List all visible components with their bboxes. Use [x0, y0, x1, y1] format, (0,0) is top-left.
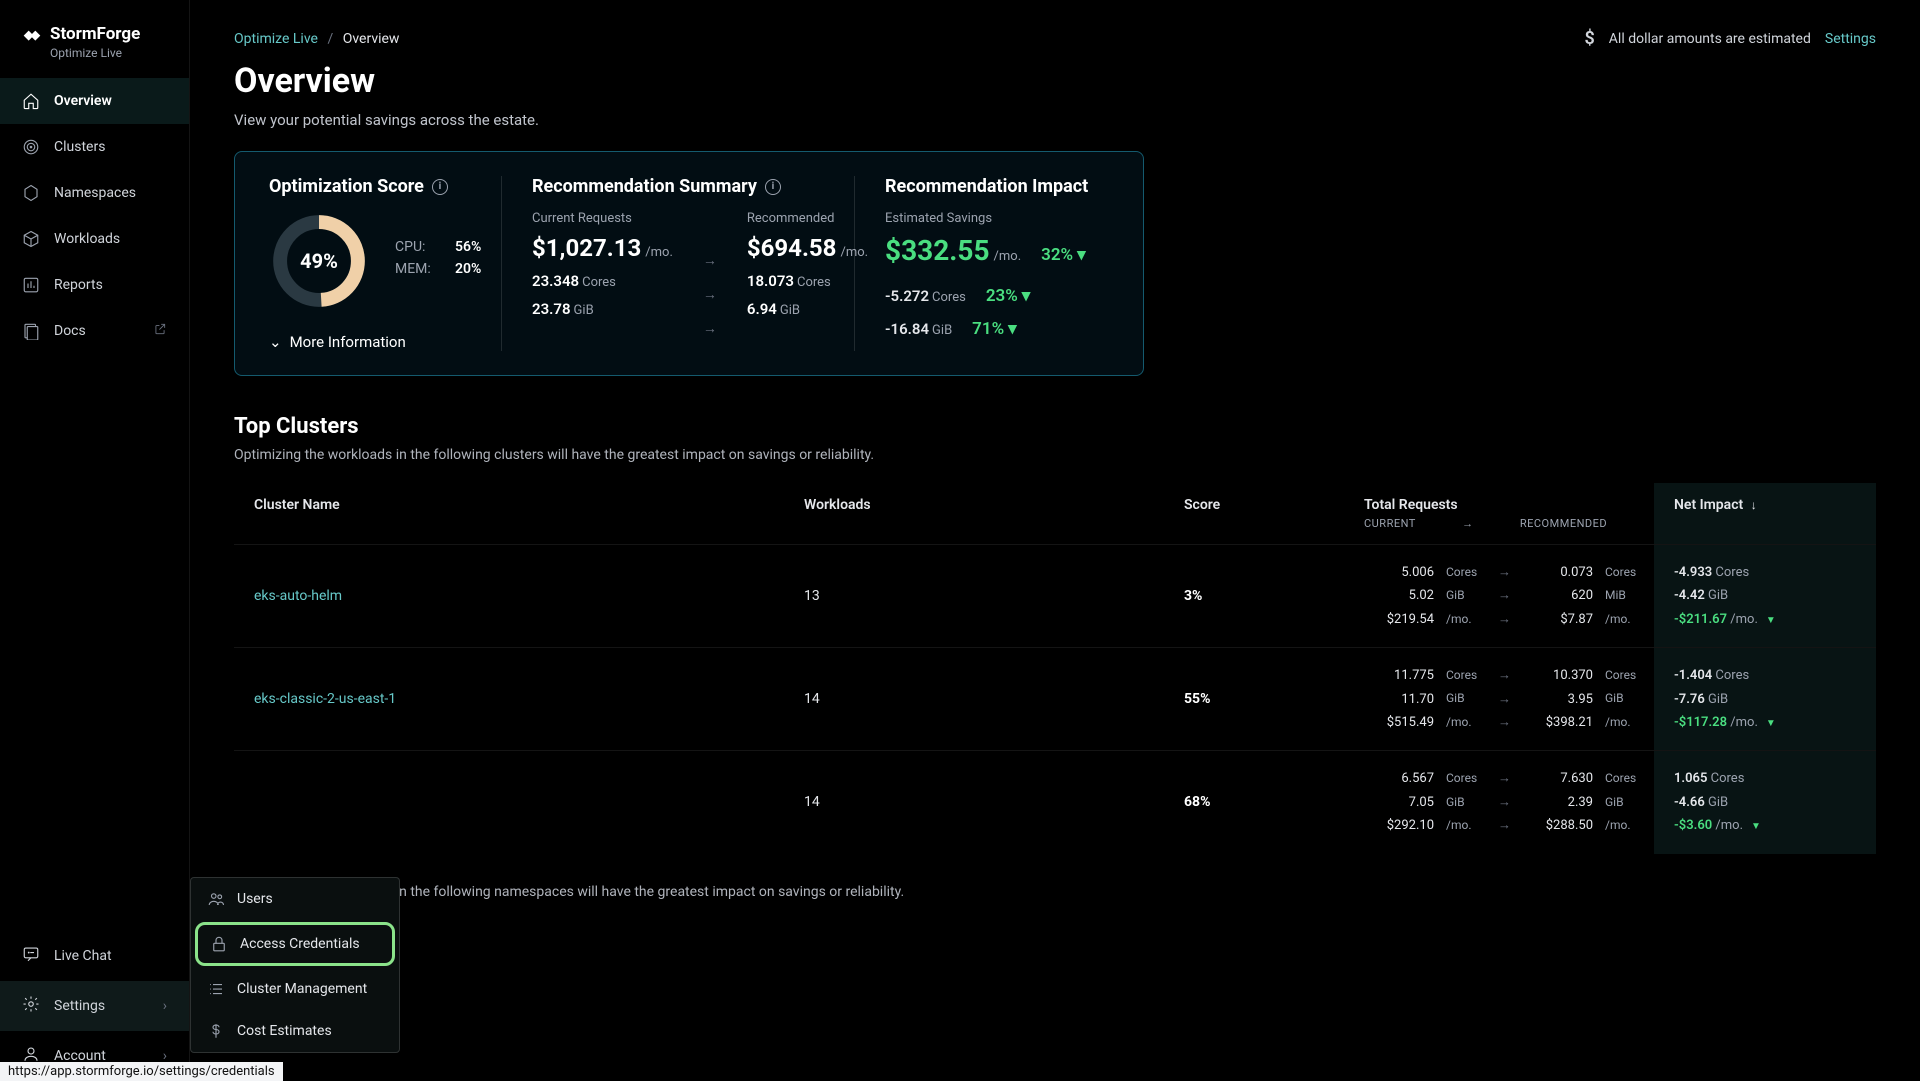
sidebar-item-overview[interactable]: Overview: [0, 78, 189, 124]
cluster-link[interactable]: eks-classic-2-us-east-1: [254, 691, 396, 707]
chevron-down-icon[interactable]: ▼: [1766, 718, 1776, 729]
arrow-right-icon: →: [703, 243, 717, 277]
docs-icon: [22, 322, 40, 340]
estimate-note: All dollar amounts are estimated: [1609, 31, 1811, 47]
optimization-score: 49%: [269, 211, 369, 311]
cluster-link[interactable]: eks-auto-helm: [254, 588, 342, 604]
lock-icon: [210, 935, 228, 953]
sidebar-item-docs[interactable]: Docs: [0, 308, 189, 354]
more-information-toggle[interactable]: ⌄ More Information: [269, 333, 471, 351]
hexagon-icon: [22, 184, 40, 202]
primary-nav: OverviewClustersNamespacesWorkloadsRepor…: [0, 78, 189, 354]
gear-icon: [22, 995, 40, 1017]
cores-pct-dropdown[interactable]: 23% ▾: [986, 286, 1031, 306]
settings-link[interactable]: Settings: [1825, 31, 1876, 47]
net-impact-header[interactable]: Net Impact ↓: [1654, 483, 1876, 544]
logo: StormForge Optimize Live: [0, 0, 189, 78]
gib-pct-dropdown[interactable]: 71% ▾: [972, 319, 1017, 339]
table-row: eks-auto-helm 13 3% 5.006Cores→0.073Core…: [234, 544, 1876, 647]
settings-flyout: UsersAccess CredentialsCluster Managemen…: [190, 877, 400, 1053]
status-bar-url: https://app.stormforge.io/settings/crede…: [0, 1062, 283, 1081]
sidebar: StormForge Optimize Live OverviewCluster…: [0, 0, 190, 1081]
dollar-icon: [207, 1022, 225, 1040]
settings-menu-access-credentials[interactable]: Access Credentials: [195, 922, 395, 966]
settings-menu-users[interactable]: Users: [191, 878, 399, 920]
home-icon: [22, 92, 40, 110]
main-content: Optimize Live / Overview $ All dollar am…: [190, 0, 1920, 1081]
settings-menu-cost-estimates[interactable]: Cost Estimates: [191, 1010, 399, 1052]
chevron-down-icon[interactable]: ▼: [1766, 615, 1776, 626]
arrow-right-icon: →: [1456, 517, 1480, 530]
brand-name: StormForge: [50, 24, 140, 44]
recommendation-heading: Recommendation Summary: [532, 176, 757, 197]
top-namespaces-subtitle: Optimizing the workloads in the followin…: [234, 884, 1876, 900]
info-icon[interactable]: i: [432, 179, 448, 195]
target-icon: [22, 138, 40, 156]
savings-pct-dropdown[interactable]: 32% ▾: [1041, 245, 1086, 265]
impact-heading: Recommendation Impact: [885, 176, 1088, 197]
sidebar-item-namespaces[interactable]: Namespaces: [0, 170, 189, 216]
table-header: Cluster Name Workloads Score Total Reque…: [234, 483, 1876, 544]
sort-down-icon: ↓: [1751, 498, 1757, 512]
chevron-down-icon[interactable]: ▼: [1751, 821, 1761, 832]
optimization-heading: Optimization Score: [269, 176, 424, 197]
list-icon: [207, 980, 225, 998]
chart-icon: [22, 276, 40, 294]
breadcrumb-current: Overview: [343, 31, 400, 47]
stormforge-logo-icon: [22, 27, 42, 41]
chat-icon: [22, 945, 40, 967]
table-row: 14 68% 6.567Cores→7.630Cores 7.05GiB→2.3…: [234, 750, 1876, 853]
table-row: eks-classic-2-us-east-1 14 55% 11.775Cor…: [234, 647, 1876, 750]
sidebar-item-clusters[interactable]: Clusters: [0, 124, 189, 170]
arrow-right-icon: →: [703, 277, 717, 311]
external-icon: [153, 322, 167, 340]
sidebar-item-workloads[interactable]: Workloads: [0, 216, 189, 262]
top-clusters-subtitle: Optimizing the workloads in the followin…: [234, 447, 1876, 463]
box-icon: [22, 230, 40, 248]
top-clusters-title: Top Clusters: [234, 414, 1876, 439]
page-subtitle: View your potential savings across the e…: [234, 111, 1876, 129]
breadcrumb-root[interactable]: Optimize Live: [234, 31, 318, 47]
breadcrumb: Optimize Live / Overview: [234, 31, 399, 47]
arrow-right-icon: →: [703, 311, 717, 345]
optimization-donut: 49%: [269, 211, 369, 311]
chevron-right-icon: ›: [163, 998, 167, 1014]
brand-sub: Optimize Live: [50, 46, 167, 60]
dollar-icon: $: [1584, 28, 1594, 49]
sidebar-item-settings[interactable]: Settings›: [0, 981, 189, 1031]
sidebar-item-reports[interactable]: Reports: [0, 262, 189, 308]
settings-menu-cluster-management[interactable]: Cluster Management: [191, 968, 399, 1010]
users-icon: [207, 890, 225, 908]
sidebar-item-live-chat[interactable]: Live Chat: [0, 931, 189, 981]
summary-panel: Optimization Score i 49% CPU:56% MEM:20%: [234, 151, 1144, 376]
chevron-down-icon: ⌄: [269, 333, 282, 351]
page-title: Overview: [234, 61, 1876, 101]
info-icon[interactable]: i: [765, 179, 781, 195]
top-clusters-table: Cluster Name Workloads Score Total Reque…: [234, 483, 1876, 854]
